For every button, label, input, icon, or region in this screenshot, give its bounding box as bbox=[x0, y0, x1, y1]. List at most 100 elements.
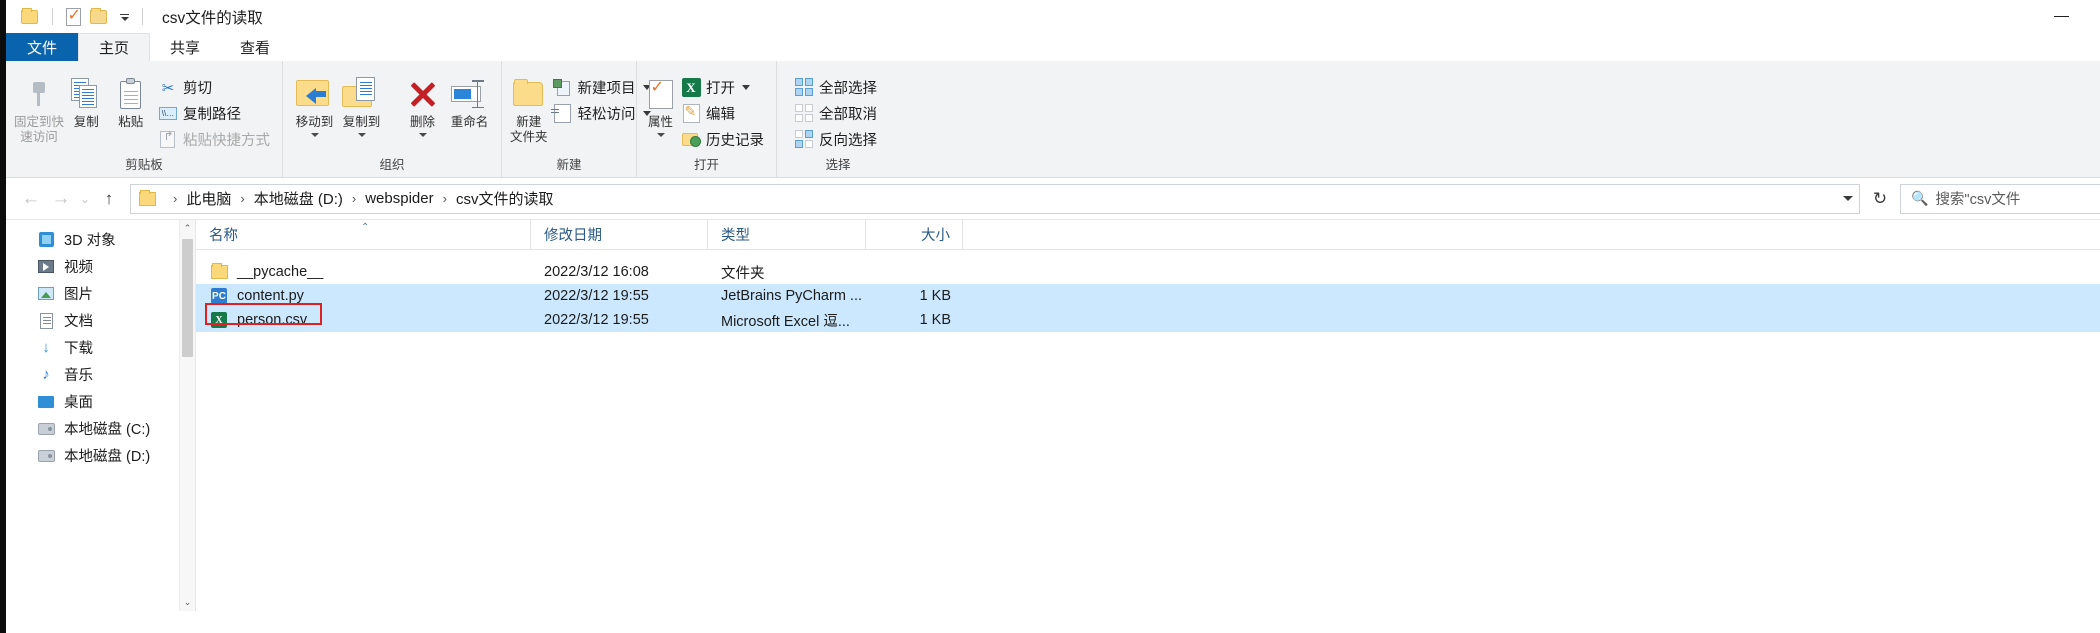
folder-icon[interactable] bbox=[18, 6, 40, 28]
scrollbar-thumb[interactable] bbox=[182, 239, 193, 357]
paste-shortcut-label: 粘贴快捷方式 bbox=[182, 133, 270, 149]
back-button[interactable]: ← bbox=[16, 184, 46, 214]
copy-button[interactable]: 复制 bbox=[64, 70, 108, 130]
copy-path-button[interactable]: \\… 复制路径 bbox=[153, 102, 274, 125]
select-small-buttons: 全部选择 全部取消 反向选择 bbox=[785, 70, 881, 151]
sidebar-item-3d-objects[interactable]: 3D 对象 bbox=[6, 226, 195, 253]
chevron-down-icon[interactable] bbox=[357, 133, 366, 137]
copy-to-button[interactable]: 复制到 bbox=[338, 70, 385, 137]
invert-selection-button[interactable]: 反向选择 bbox=[789, 128, 881, 151]
sidebar-item-videos[interactable]: 视频 bbox=[6, 253, 195, 280]
chevron-down-icon[interactable] bbox=[117, 8, 133, 26]
sidebar-item-local-disk-c[interactable]: 本地磁盘 (C:) bbox=[6, 415, 195, 442]
sidebar-item-desktop[interactable]: 桌面 bbox=[6, 388, 195, 415]
sidebar-item-music[interactable]: ♪ 音乐 bbox=[6, 361, 195, 388]
breadcrumb-separator: › bbox=[240, 191, 245, 206]
open-button[interactable]: X 打开 bbox=[676, 76, 768, 99]
tab-share[interactable]: 共享 bbox=[150, 33, 220, 61]
column-label: 类型 bbox=[721, 228, 750, 244]
file-type-cell: Microsoft Excel 逗... bbox=[721, 313, 850, 330]
breadcrumb-item-2[interactable]: webspider bbox=[365, 190, 433, 207]
scroll-up-icon[interactable]: ⌃ bbox=[180, 220, 195, 237]
sidebar-label: 桌面 bbox=[64, 395, 93, 411]
column-header-size[interactable]: 大小 bbox=[866, 219, 963, 250]
breadcrumb-item-3[interactable]: csv文件的读取 bbox=[456, 188, 554, 209]
move-to-button[interactable]: 移动到 bbox=[291, 70, 338, 137]
sidebar-label: 下载 bbox=[64, 341, 93, 357]
paste-shortcut-button[interactable]: 粘贴快捷方式 bbox=[153, 128, 274, 151]
history-button[interactable]: 历史记录 bbox=[676, 128, 768, 151]
edit-button[interactable]: 编辑 bbox=[676, 102, 768, 125]
invert-selection-label: 反向选择 bbox=[819, 133, 877, 149]
sidebar-item-downloads[interactable]: ↓ 下载 bbox=[6, 334, 195, 361]
new-folder-button[interactable]: 新建 文件夹 bbox=[510, 70, 548, 144]
ribbon-group-new: 新建 文件夹 新建项目 轻松访问 新建 bbox=[501, 61, 651, 177]
file-date-cell: 2022/3/12 19:55 bbox=[544, 312, 649, 328]
select-all-icon bbox=[793, 78, 815, 98]
copy-path-label: 复制路径 bbox=[182, 107, 241, 123]
up-button[interactable]: ↑ bbox=[94, 184, 124, 214]
navigation-scrollbar[interactable]: ⌃ ⌄ bbox=[179, 220, 195, 611]
table-row[interactable]: X person.csv 2022/3/12 19:55 Microsoft E… bbox=[196, 308, 2100, 332]
move-to-label: 移动到 bbox=[295, 115, 334, 129]
column-label: 名称 bbox=[209, 228, 238, 244]
move-to-icon bbox=[295, 76, 334, 112]
tab-file[interactable]: 文件 bbox=[6, 33, 78, 61]
chevron-down-icon[interactable] bbox=[742, 85, 750, 90]
breadcrumb-item-1[interactable]: 本地磁盘 (D:) bbox=[254, 188, 343, 209]
copy-icon bbox=[71, 76, 101, 112]
tab-view[interactable]: 查看 bbox=[220, 33, 290, 61]
rename-button[interactable]: 重命名 bbox=[446, 70, 493, 130]
group-title-open: 打开 bbox=[693, 158, 719, 172]
rename-label: 重命名 bbox=[450, 115, 489, 129]
minimize-button[interactable] bbox=[2044, 7, 2078, 27]
easy-access-label: 轻松访问 bbox=[577, 107, 636, 123]
recent-locations-button[interactable]: ⌄ bbox=[76, 184, 94, 214]
paste-button[interactable]: 粘贴 bbox=[109, 70, 153, 130]
forward-button[interactable]: → bbox=[46, 184, 76, 214]
disk-icon bbox=[36, 447, 56, 465]
explorer-window: csv文件的读取 文件 主页 共享 查看 固定到快 速访问 复制 bbox=[0, 0, 2100, 633]
chevron-down-icon[interactable] bbox=[310, 133, 319, 137]
title-divider bbox=[142, 8, 143, 25]
easy-access-icon bbox=[551, 104, 574, 124]
select-none-button[interactable]: 全部取消 bbox=[789, 102, 881, 125]
column-label: 修改日期 bbox=[544, 228, 602, 244]
file-name-cell: X person.csv bbox=[196, 311, 531, 329]
column-label: 大小 bbox=[921, 228, 950, 244]
tab-home[interactable]: 主页 bbox=[78, 33, 151, 61]
pin-to-quick-access-button[interactable]: 固定到快 速访问 bbox=[14, 70, 64, 144]
scroll-down-icon[interactable]: ⌄ bbox=[180, 594, 195, 611]
new-item-label: 新建项目 bbox=[577, 81, 636, 97]
file-type-cell: JetBrains PyCharm ... bbox=[721, 288, 863, 304]
new-folder-icon[interactable] bbox=[87, 6, 109, 28]
column-header-type[interactable]: 类型 bbox=[708, 219, 866, 250]
sidebar-label: 3D 对象 bbox=[64, 233, 116, 249]
chevron-down-icon[interactable] bbox=[1843, 196, 1853, 201]
ribbon-group-clipboard: 固定到快 速访问 复制 粘贴 ✂ 剪切 \\… 复制路径 ↱ 粘贴快捷方式 剪贴… bbox=[6, 61, 282, 177]
table-row[interactable]: PC content.py 2022/3/12 19:55 JetBrains … bbox=[196, 284, 2100, 308]
documents-icon bbox=[36, 312, 56, 330]
search-input[interactable]: 🔍 搜索"csv文件 bbox=[1900, 183, 2100, 214]
column-header-date[interactable]: 修改日期 bbox=[531, 219, 708, 250]
cut-button[interactable]: ✂ 剪切 bbox=[153, 76, 274, 99]
sidebar-item-pictures[interactable]: 图片 bbox=[6, 280, 195, 307]
chevron-down-icon[interactable] bbox=[656, 133, 665, 137]
refresh-button[interactable]: ↻ bbox=[1860, 184, 1900, 214]
properties-icon[interactable] bbox=[62, 6, 84, 28]
delete-button[interactable]: 删除 bbox=[399, 70, 446, 137]
excel-icon: X bbox=[680, 78, 702, 98]
breadcrumb[interactable]: › 此电脑 › 本地磁盘 (D:) › webspider › csv文件的读取 bbox=[130, 183, 1860, 214]
select-all-button[interactable]: 全部选择 bbox=[789, 76, 881, 99]
properties-button[interactable]: 属性 bbox=[645, 70, 676, 137]
sidebar-item-local-disk-d[interactable]: 本地磁盘 (D:) bbox=[6, 442, 195, 469]
chevron-down-icon[interactable] bbox=[418, 133, 427, 137]
table-row[interactable]: __pycache__ 2022/3/12 16:08 文件夹 bbox=[196, 260, 2100, 284]
ribbon: 固定到快 速访问 复制 粘贴 ✂ 剪切 \\… 复制路径 ↱ 粘贴快捷方式 剪贴… bbox=[6, 61, 2100, 178]
breadcrumb-item-0[interactable]: 此电脑 bbox=[186, 188, 231, 209]
pictures-icon bbox=[36, 285, 56, 303]
sidebar-item-documents[interactable]: 文档 bbox=[6, 307, 195, 334]
copy-to-icon bbox=[341, 76, 382, 112]
new-folder-label-1: 新建 bbox=[516, 115, 542, 129]
column-header-name[interactable]: ⌃ 名称 bbox=[196, 219, 531, 250]
